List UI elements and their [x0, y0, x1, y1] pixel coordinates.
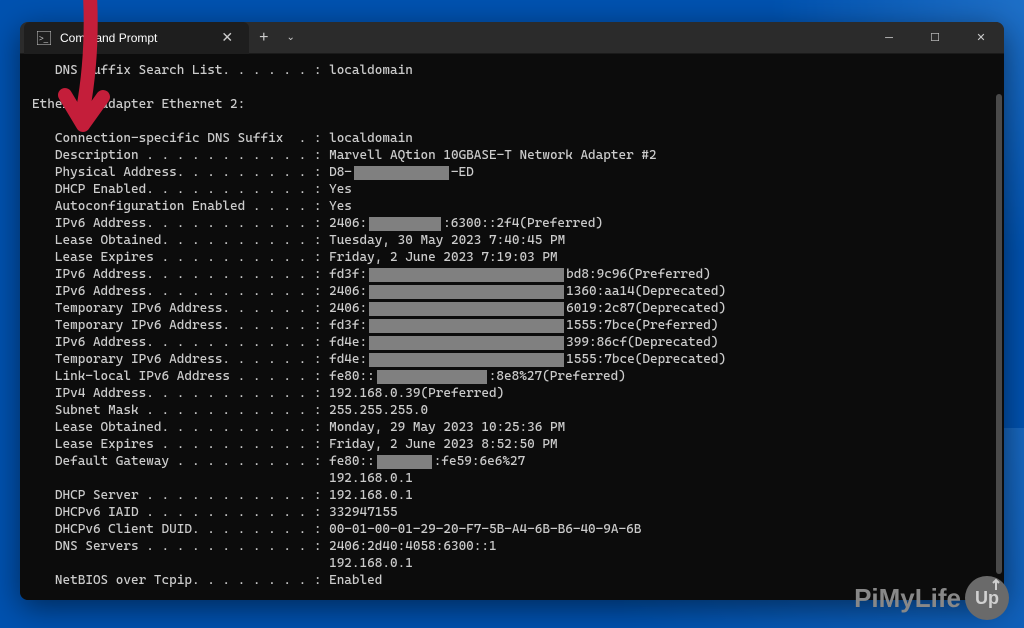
close-button[interactable]: ✕ [958, 22, 1004, 54]
terminal-line: Ethernet adapter Ethernet 2: [32, 96, 992, 113]
terminal-line [32, 113, 992, 130]
redacted-text [369, 285, 564, 299]
terminal-line: 192.168.0.1 [32, 555, 992, 572]
tab-title: Command Prompt [60, 31, 157, 45]
terminal-line [32, 79, 992, 96]
title-bar: >_ Command Prompt ✕ + ⌄ ─ ☐ ✕ [20, 22, 1004, 54]
redacted-text [377, 455, 432, 469]
terminal-line: DHCPv6 Client DUID. . . . . . . . : 00-0… [32, 521, 992, 538]
terminal-content[interactable]: DNS Suffix Search List. . . . . . : loca… [20, 54, 1004, 600]
watermark: PiMyLife Up [854, 576, 1009, 620]
tab-dropdown-button[interactable]: ⌄ [278, 32, 302, 43]
redacted-text [369, 217, 441, 231]
redacted-text [369, 353, 564, 367]
terminal-line: Subnet Mask . . . . . . . . . . . : 255.… [32, 402, 992, 419]
svg-text:>_: >_ [39, 34, 49, 43]
active-tab[interactable]: >_ Command Prompt ✕ [24, 22, 249, 54]
terminal-line: DHCPv6 IAID . . . . . . . . . . . : 3329… [32, 504, 992, 521]
scrollbar[interactable] [996, 94, 1002, 574]
terminal-line: IPv6 Address. . . . . . . . . . . : fd4e… [32, 334, 992, 351]
minimize-button[interactable]: ─ [866, 22, 912, 54]
redacted-text [369, 319, 564, 333]
terminal-line: DNS Servers . . . . . . . . . . . : 2406… [32, 538, 992, 555]
redacted-text [369, 268, 564, 282]
terminal-line: Temporary IPv6 Address. . . . . . : fd4e… [32, 351, 992, 368]
maximize-button[interactable]: ☐ [912, 22, 958, 54]
terminal-line: NetBIOS over Tcpip. . . . . . . . : Enab… [32, 572, 992, 589]
cmd-icon: >_ [36, 30, 52, 46]
command-prompt-window: >_ Command Prompt ✕ + ⌄ ─ ☐ ✕ DNS Suffix… [20, 22, 1004, 600]
watermark-logo: Up [965, 576, 1009, 620]
terminal-line: IPv6 Address. . . . . . . . . . . : 2406… [32, 283, 992, 300]
terminal-line: Lease Expires . . . . . . . . . . : Frid… [32, 436, 992, 453]
terminal-line: Lease Obtained. . . . . . . . . . : Mond… [32, 419, 992, 436]
terminal-line: Physical Address. . . . . . . . . : D8--… [32, 164, 992, 181]
new-tab-button[interactable]: + [249, 29, 278, 47]
redacted-text [369, 302, 564, 316]
terminal-line: DNS Suffix Search List. . . . . . : loca… [32, 62, 992, 79]
terminal-line: 192.168.0.1 [32, 470, 992, 487]
terminal-line: Autoconfiguration Enabled . . . . : Yes [32, 198, 992, 215]
terminal-line: IPv4 Address. . . . . . . . . . . : 192.… [32, 385, 992, 402]
tab-close-button[interactable]: ✕ [217, 29, 237, 46]
redacted-text [354, 166, 449, 180]
terminal-line: DHCP Enabled. . . . . . . . . . . : Yes [32, 181, 992, 198]
terminal-line: Connection-specific DNS Suffix . : local… [32, 130, 992, 147]
terminal-line: IPv6 Address. . . . . . . . . . . : 2406… [32, 215, 992, 232]
watermark-text: PiMyLife [854, 583, 961, 614]
terminal-line: Temporary IPv6 Address. . . . . . : 2406… [32, 300, 992, 317]
redacted-text [377, 370, 487, 384]
terminal-line: Link-local IPv6 Address . . . . . : fe80… [32, 368, 992, 385]
terminal-line: IPv6 Address. . . . . . . . . . . : fd3f… [32, 266, 992, 283]
window-controls: ─ ☐ ✕ [866, 22, 1004, 54]
terminal-line: Temporary IPv6 Address. . . . . . : fd3f… [32, 317, 992, 334]
redacted-text [369, 336, 564, 350]
terminal-line: Lease Expires . . . . . . . . . . : Frid… [32, 249, 992, 266]
terminal-line: Description . . . . . . . . . . . : Marv… [32, 147, 992, 164]
terminal-line: DHCP Server . . . . . . . . . . . : 192.… [32, 487, 992, 504]
terminal-line: Default Gateway . . . . . . . . . : fe80… [32, 453, 992, 470]
terminal-line: Lease Obtained. . . . . . . . . . : Tues… [32, 232, 992, 249]
